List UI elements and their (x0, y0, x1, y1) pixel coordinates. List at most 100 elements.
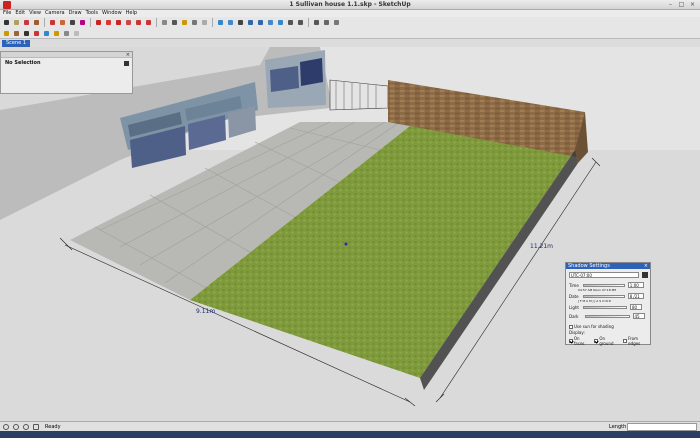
dimension-length-label: 11.21m (530, 243, 554, 250)
toolbar-separator (308, 18, 309, 27)
light-slider[interactable] (582, 305, 627, 309)
date-ticks: J F M A M J J A S O N D (578, 299, 611, 303)
menu-camera[interactable]: Camera (45, 10, 65, 17)
menu-help[interactable]: Help (126, 10, 137, 17)
section-icon[interactable] (312, 18, 321, 27)
window-controls: – □ × (667, 1, 696, 8)
tab-scene-1[interactable]: Scene 1 (2, 40, 31, 47)
date-slider[interactable] (582, 294, 625, 298)
zoom-icon[interactable] (236, 18, 245, 27)
os-taskbar (0, 431, 700, 438)
menu-draw[interactable]: Draw (69, 10, 82, 17)
toolbar-main (0, 17, 700, 28)
walk-icon[interactable] (286, 18, 295, 27)
offset-icon[interactable] (144, 18, 153, 27)
use-sun-label: Use sun for shading (574, 324, 614, 329)
on-faces-label: On faces (573, 336, 585, 346)
orbit-icon[interactable] (216, 18, 225, 27)
select-icon[interactable] (2, 18, 11, 27)
menu-tools[interactable]: Tools (86, 10, 98, 17)
tape-icon[interactable] (160, 18, 169, 27)
menu-file[interactable]: File (3, 10, 11, 17)
protractor-icon[interactable] (180, 18, 189, 27)
position-camera-icon[interactable] (276, 18, 285, 27)
light-field[interactable]: 80 (629, 304, 642, 310)
selection-status: No Selection (5, 60, 41, 66)
close-icon[interactable]: × (689, 1, 696, 8)
model-canvas (0, 47, 700, 421)
lookaround-icon[interactable] (296, 18, 305, 27)
shadow-settings-title: Shadow Settings (568, 263, 610, 269)
instructor-icon[interactable] (33, 424, 39, 430)
help-icon[interactable] (23, 424, 29, 430)
geo-location-icon[interactable] (3, 424, 9, 430)
entity-info-header[interactable]: × (1, 52, 132, 58)
move-icon[interactable] (94, 18, 103, 27)
time-ticks: 04:57 AM Noon 07:18 PM (578, 288, 616, 292)
pushpull-icon[interactable] (104, 18, 113, 27)
rotate-icon[interactable] (114, 18, 123, 27)
scale-icon[interactable] (134, 18, 143, 27)
time-field[interactable]: 1:00 (627, 282, 644, 288)
time-label: Time (569, 282, 579, 288)
zoom-window-icon[interactable] (246, 18, 255, 27)
viewport-3d[interactable]: 9.11m 11.21m (0, 47, 700, 421)
shadow-toggle-icon[interactable] (642, 272, 648, 278)
maximize-icon[interactable]: □ (678, 1, 685, 8)
use-sun-checkbox[interactable] (569, 324, 573, 329)
time-slider[interactable] (582, 283, 625, 287)
axes-icon[interactable] (200, 18, 209, 27)
measurements-input[interactable] (627, 423, 697, 431)
arc-icon[interactable] (58, 18, 67, 27)
measurements-label: Length (609, 424, 627, 430)
rectangle-icon[interactable] (32, 18, 41, 27)
dark-slider[interactable] (584, 314, 630, 318)
entity-info-panel: × No Selection (0, 51, 133, 94)
scenes-icon[interactable] (62, 29, 71, 38)
dark-label: Dark (569, 313, 579, 319)
menu-window[interactable]: Window (102, 10, 122, 17)
shadow-settings-header[interactable]: Shadow Settings × (566, 263, 650, 269)
date-field[interactable]: 8 /21 (627, 293, 644, 299)
entity-info-pin-icon[interactable] (124, 61, 129, 66)
pencil-icon[interactable] (48, 18, 57, 27)
status-text: Ready (45, 424, 61, 430)
polygon-icon[interactable] (78, 18, 87, 27)
layers-icon[interactable] (42, 29, 51, 38)
text-icon[interactable] (190, 18, 199, 27)
credits-icon[interactable] (13, 424, 19, 430)
toolbar-separator (90, 18, 91, 27)
fog-icon[interactable] (72, 29, 81, 38)
share-model-icon[interactable] (332, 18, 341, 27)
toolbar-separator (212, 18, 213, 27)
display-label: Display: (569, 330, 585, 335)
pan-icon[interactable] (226, 18, 235, 27)
on-faces-checkbox[interactable] (569, 339, 573, 343)
close-icon[interactable]: × (126, 52, 130, 58)
close-icon[interactable]: × (644, 263, 648, 269)
timezone-select[interactable]: UTC-07:00 (569, 272, 639, 278)
menu-edit[interactable]: Edit (15, 10, 25, 17)
dimension-icon[interactable] (170, 18, 179, 27)
on-ground-label: On ground (599, 336, 614, 346)
previous-icon[interactable] (266, 18, 275, 27)
on-ground-checkbox[interactable] (594, 339, 599, 343)
outliner-icon[interactable] (52, 29, 61, 38)
origin-point (344, 242, 348, 246)
from-edges-label: From edges (628, 336, 641, 346)
menu-view[interactable]: View (29, 10, 41, 17)
house-icon[interactable] (22, 29, 31, 38)
line-icon[interactable] (22, 18, 31, 27)
paint-icon[interactable] (2, 29, 11, 38)
materials-icon[interactable] (12, 29, 21, 38)
zoom-extents-icon[interactable] (256, 18, 265, 27)
dark-field[interactable]: 45 (632, 313, 645, 319)
circle-icon[interactable] (68, 18, 77, 27)
styles-icon[interactable] (32, 29, 41, 38)
followme-icon[interactable] (124, 18, 133, 27)
get-models-icon[interactable] (322, 18, 331, 27)
dimension-width-label: 9.11m (196, 308, 216, 315)
minimize-icon[interactable]: – (667, 1, 674, 8)
from-edges-checkbox[interactable] (623, 339, 628, 343)
eraser-icon[interactable] (12, 18, 21, 27)
